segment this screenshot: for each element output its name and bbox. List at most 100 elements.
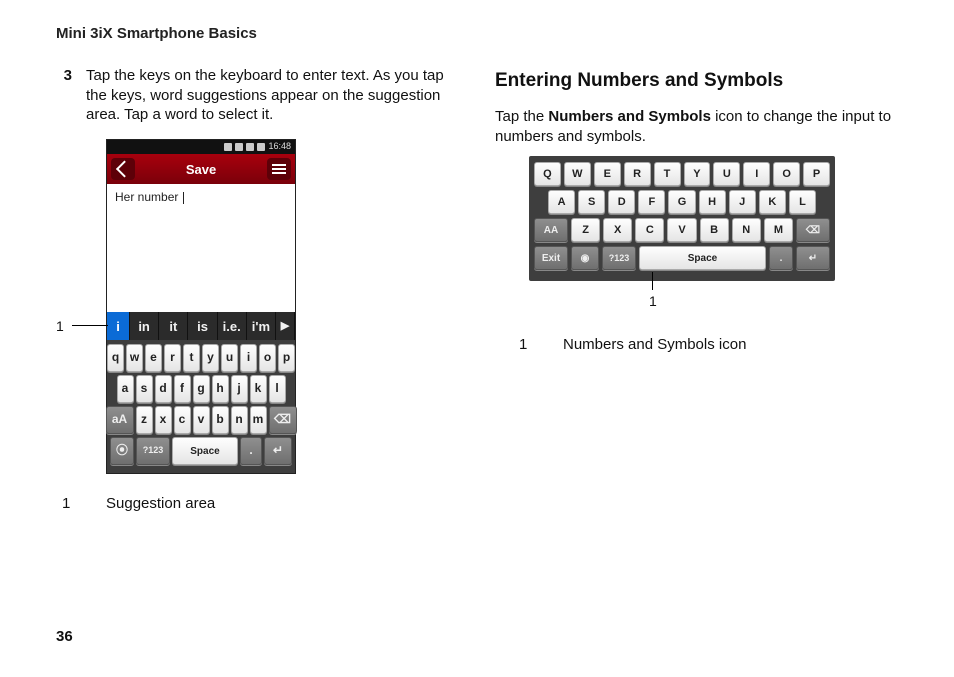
key[interactable]: O — [773, 162, 800, 186]
key[interactable]: V — [667, 218, 696, 242]
callout-number-1: 1 — [56, 317, 64, 335]
key[interactable]: l — [269, 375, 286, 403]
left-column: 3 Tap the keys on the keyboard to enter … — [56, 66, 459, 514]
key[interactable]: U — [713, 162, 740, 186]
key[interactable]: k — [250, 375, 267, 403]
key[interactable]: T — [654, 162, 681, 186]
key[interactable]: f — [174, 375, 191, 403]
key[interactable]: q — [107, 344, 124, 372]
status-time: 16:48 — [268, 141, 291, 153]
keyboard-row: aA z x c v b n m ⌫ — [110, 406, 292, 434]
key[interactable]: N — [732, 218, 761, 242]
key[interactable]: h — [212, 375, 229, 403]
key[interactable]: A — [548, 190, 575, 214]
key[interactable]: W — [564, 162, 591, 186]
callout-leader-line — [72, 325, 108, 326]
key[interactable]: C — [635, 218, 664, 242]
suggestion-item[interactable]: it — [159, 312, 188, 340]
keyboard-row: a s d f g h j k l — [110, 375, 292, 403]
key[interactable]: H — [699, 190, 726, 214]
backspace-key[interactable]: ⌫ — [796, 218, 830, 242]
key[interactable]: j — [231, 375, 248, 403]
key[interactable]: z — [136, 406, 153, 434]
key[interactable]: x — [155, 406, 172, 434]
back-button[interactable] — [111, 158, 135, 180]
suggestion-item[interactable]: is — [188, 312, 217, 340]
exit-key[interactable]: Exit — [534, 246, 568, 270]
key[interactable]: B — [700, 218, 729, 242]
figure-legend: 1 Suggestion area — [62, 494, 459, 514]
suggestion-item[interactable]: i.e. — [218, 312, 247, 340]
keyboard-row: AA Z X C V B N M ⌫ — [534, 218, 830, 242]
page: Mini 3iX Smartphone Basics 3 Tap the key… — [0, 0, 954, 677]
key[interactable]: y — [202, 344, 219, 372]
key[interactable]: E — [594, 162, 621, 186]
key[interactable]: s — [136, 375, 153, 403]
menu-button[interactable] — [267, 158, 291, 180]
soft-keyboard-large: Q W E R T Y U I O P A S D — [529, 156, 835, 281]
para-bold: Numbers and Symbols — [548, 108, 711, 125]
suggestion-more[interactable]: ▶ — [276, 312, 295, 340]
key[interactable]: u — [221, 344, 238, 372]
period-key[interactable]: . — [240, 437, 262, 465]
numbers-symbols-key[interactable]: ?123 — [136, 437, 170, 465]
key[interactable]: d — [155, 375, 172, 403]
key[interactable]: m — [250, 406, 267, 434]
space-key[interactable]: Space — [172, 437, 238, 465]
screen-title: Save — [186, 161, 216, 178]
enter-key[interactable]: ↵ — [796, 246, 830, 270]
key[interactable]: P — [803, 162, 830, 186]
language-key[interactable]: ◉ — [571, 246, 599, 270]
key[interactable]: M — [764, 218, 793, 242]
key[interactable]: F — [638, 190, 665, 214]
key[interactable]: Q — [534, 162, 561, 186]
key[interactable]: r — [164, 344, 181, 372]
period-key[interactable]: . — [769, 246, 793, 270]
key[interactable]: Y — [684, 162, 711, 186]
numbers-symbols-key[interactable]: ?123 — [602, 246, 636, 270]
key[interactable]: e — [145, 344, 162, 372]
key[interactable]: t — [183, 344, 200, 372]
shift-key[interactable]: AA — [534, 218, 568, 242]
section-heading: Entering Numbers and Symbols — [495, 68, 898, 93]
key[interactable]: o — [259, 344, 276, 372]
step-text: Tap the keys on the keyboard to enter te… — [86, 66, 459, 125]
key[interactable]: n — [231, 406, 248, 434]
suggestion-item[interactable]: in — [130, 312, 159, 340]
key[interactable]: R — [624, 162, 651, 186]
key[interactable]: Z — [571, 218, 600, 242]
right-column: Entering Numbers and Symbols Tap the Num… — [495, 66, 898, 514]
language-key[interactable]: ⦿ — [110, 437, 134, 465]
two-column-layout: 3 Tap the keys on the keyboard to enter … — [56, 66, 898, 514]
key[interactable]: D — [608, 190, 635, 214]
enter-key[interactable]: ↵ — [264, 437, 292, 465]
signal-icon — [246, 143, 254, 151]
keyboard-row: A S D F G H J K L — [534, 190, 830, 214]
suggestion-item[interactable]: i — [107, 312, 130, 340]
key[interactable]: J — [729, 190, 756, 214]
shift-key[interactable]: aA — [106, 406, 134, 434]
battery-icon — [257, 143, 265, 151]
key[interactable]: w — [126, 344, 143, 372]
legend-number: 1 — [62, 494, 76, 514]
key[interactable]: g — [193, 375, 210, 403]
key[interactable]: a — [117, 375, 134, 403]
status-icon — [224, 143, 232, 151]
backspace-key[interactable]: ⌫ — [269, 406, 297, 434]
key[interactable]: S — [578, 190, 605, 214]
key[interactable]: L — [789, 190, 816, 214]
key[interactable]: v — [193, 406, 210, 434]
text-input-area[interactable]: Her number — [107, 184, 295, 312]
key[interactable]: i — [240, 344, 257, 372]
key[interactable]: I — [743, 162, 770, 186]
key[interactable]: b — [212, 406, 229, 434]
callout-number-1: 1 — [649, 292, 657, 310]
space-key[interactable]: Space — [639, 246, 766, 270]
suggestion-item[interactable]: i'm — [247, 312, 276, 340]
key[interactable]: G — [668, 190, 695, 214]
key[interactable]: c — [174, 406, 191, 434]
key[interactable]: X — [603, 218, 632, 242]
figure-legend: 1 Numbers and Symbols icon — [519, 335, 898, 355]
key[interactable]: K — [759, 190, 786, 214]
key[interactable]: p — [278, 344, 295, 372]
